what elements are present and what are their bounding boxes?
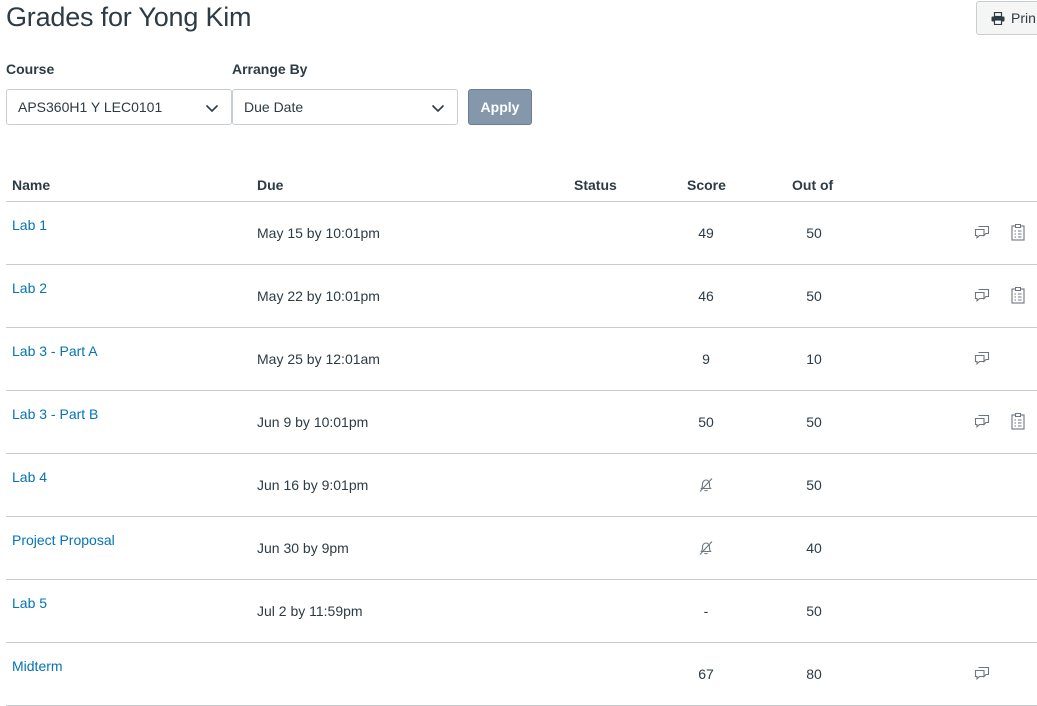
due-date: Jun 9 by 10:01pm [257,414,369,430]
points-possible: 50 [806,477,822,493]
score: 46 [698,288,714,304]
assignment-link[interactable]: Lab 1 [12,217,47,233]
table-row: Project Proposal Jun 30 by 9pm 40 [6,517,1037,580]
apply-button[interactable]: Apply [468,89,532,125]
score: - [703,603,709,619]
table-row: Lab 3 - Part A May 25 by 12:01am 9 10 [6,328,1037,391]
grades-table: Name Due Status Score Out of Lab 1 May 15… [6,170,1037,706]
page-title: Grades for Yong Kim [6,2,252,32]
comment-icon[interactable] [974,351,990,368]
arrange-by-select[interactable]: Due Date [232,89,458,125]
due-date: Jun 30 by 9pm [257,540,349,556]
header-score: Score [687,177,726,193]
print-button[interactable]: Prin [976,1,1037,35]
due-date: May 22 by 10:01pm [257,288,380,304]
table-row: Lab 5 Jul 2 by 11:59pm - 50 [6,580,1037,643]
score: 50 [698,414,714,430]
table-row: Lab 3 - Part B Jun 9 by 10:01pm 50 50 [6,391,1037,454]
points-possible: 80 [806,666,822,682]
comment-icon[interactable] [974,666,990,683]
chevron-down-icon [431,104,445,113]
rubric-icon[interactable] [1011,413,1025,433]
comment-icon[interactable] [974,414,990,431]
table-header: Name Due Status Score Out of [6,170,1037,202]
points-possible: 50 [806,288,822,304]
score: 49 [698,225,714,241]
comment-icon[interactable] [974,288,990,305]
points-possible: 50 [806,225,822,241]
assignment-link[interactable]: Lab 5 [12,595,47,611]
rubric-icon[interactable] [1011,224,1025,244]
due-date: Jun 16 by 9:01pm [257,477,369,493]
points-possible: 40 [806,540,822,556]
table-row: Midterm 67 80 [6,643,1037,706]
muted-bell-icon [698,540,714,559]
printer-icon [991,11,1005,25]
header-due: Due [257,177,284,193]
header-name: Name [12,177,51,193]
points-possible: 10 [806,351,822,367]
score: 67 [698,666,714,682]
points-possible: 50 [806,414,822,430]
chevron-down-icon [205,104,219,113]
due-date: Jul 2 by 11:59pm [257,603,363,619]
points-possible: 50 [806,603,822,619]
table-row: Lab 1 May 15 by 10:01pm 49 50 [6,202,1037,265]
table-row: Lab 2 May 22 by 10:01pm 46 50 [6,265,1037,328]
assignment-link[interactable]: Midterm [12,658,63,674]
table-row: Lab 4 Jun 16 by 9:01pm 50 [6,454,1037,517]
comment-icon[interactable] [974,225,990,242]
assignment-link[interactable]: Lab 4 [12,469,47,485]
print-label: Prin [1011,10,1036,26]
assignment-link[interactable]: Lab 3 - Part A [12,343,98,359]
assignment-link[interactable]: Project Proposal [12,532,115,548]
course-select-value: APS360H1 Y LEC0101 [18,99,163,115]
header-status: Status [574,177,617,193]
due-date: May 25 by 12:01am [257,351,380,367]
table-body: Lab 1 May 15 by 10:01pm 49 50 Lab 2 May 22 by… [6,202,1037,706]
muted-bell-icon [698,477,714,496]
course-select[interactable]: APS360H1 Y LEC0101 [6,89,232,125]
course-label: Course [6,61,55,77]
rubric-icon[interactable] [1011,287,1025,307]
arrange-by-label: Arrange By [232,61,308,77]
header-out-of: Out of [792,177,834,193]
due-date: May 15 by 10:01pm [257,225,380,241]
score: 9 [702,351,710,367]
assignment-link[interactable]: Lab 3 - Part B [12,406,98,422]
arrange-by-select-value: Due Date [244,99,304,115]
assignment-link[interactable]: Lab 2 [12,280,47,296]
